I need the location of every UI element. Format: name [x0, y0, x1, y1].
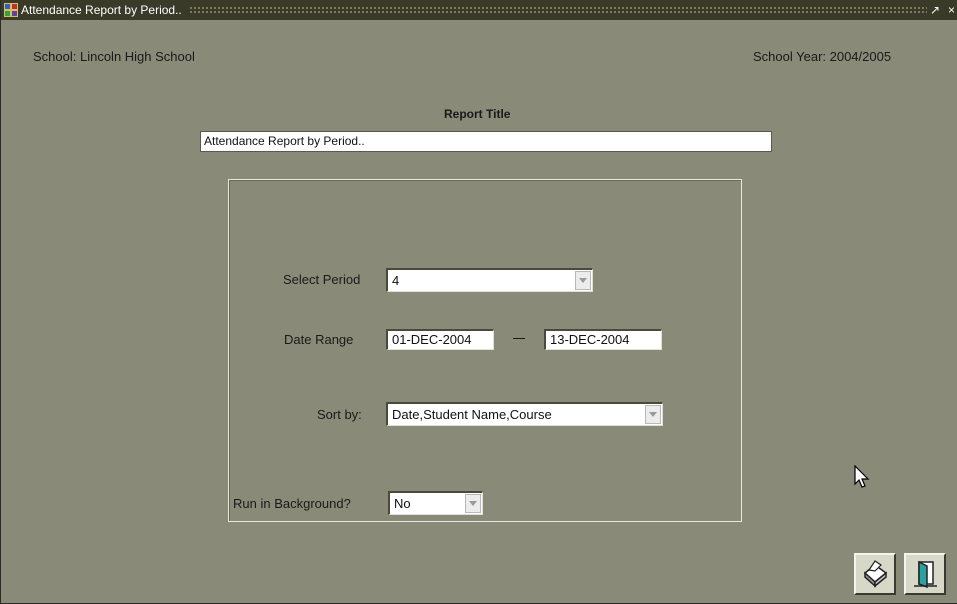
- print-button[interactable]: [854, 553, 896, 595]
- run-in-background-value: No: [394, 496, 411, 511]
- chevron-down-icon[interactable]: [645, 405, 661, 424]
- report-options-panel: [228, 179, 742, 522]
- report-title-label: Report Title: [444, 107, 511, 121]
- school-year: School Year: 2004/2005: [753, 49, 892, 64]
- sort-by-label: Sort by:: [317, 407, 362, 422]
- period-select-value: 4: [392, 273, 400, 288]
- report-window: Attendance Report by Period.. ↗ × School…: [0, 0, 957, 604]
- date-range-separator: [513, 338, 525, 339]
- restore-icon[interactable]: ↗: [930, 3, 940, 17]
- exit-button[interactable]: [904, 553, 946, 595]
- date-from-field[interactable]: 01-DEC-2004: [386, 329, 494, 350]
- select-period-label: Select Period: [283, 272, 361, 287]
- app-icon: [4, 3, 18, 17]
- printer-icon: [863, 560, 888, 588]
- run-in-background-label: Run in Background?: [233, 496, 351, 511]
- school-name: School: Lincoln High School: [33, 49, 195, 64]
- chevron-down-icon[interactable]: [575, 271, 591, 290]
- close-icon[interactable]: ×: [948, 3, 955, 17]
- report-title-input[interactable]: Attendance Report by Period..: [200, 131, 772, 152]
- period-select[interactable]: 4: [386, 268, 593, 292]
- sort-by-value: Date,Student Name,Course: [392, 407, 552, 422]
- exit-door-icon: [914, 560, 937, 589]
- date-to-field[interactable]: 13-DEC-2004: [544, 329, 662, 350]
- date-range-label: Date Range: [284, 332, 354, 347]
- mouse-cursor-icon: [854, 465, 870, 488]
- title-bar[interactable]: Attendance Report by Period.. ↗ ×: [1, 0, 957, 20]
- title-bar-texture: [189, 6, 927, 15]
- run-in-background-select[interactable]: No: [388, 491, 483, 515]
- sort-by-select[interactable]: Date,Student Name,Course: [386, 402, 663, 426]
- window-title: Attendance Report by Period..: [21, 3, 182, 17]
- chevron-down-icon[interactable]: [465, 494, 481, 513]
